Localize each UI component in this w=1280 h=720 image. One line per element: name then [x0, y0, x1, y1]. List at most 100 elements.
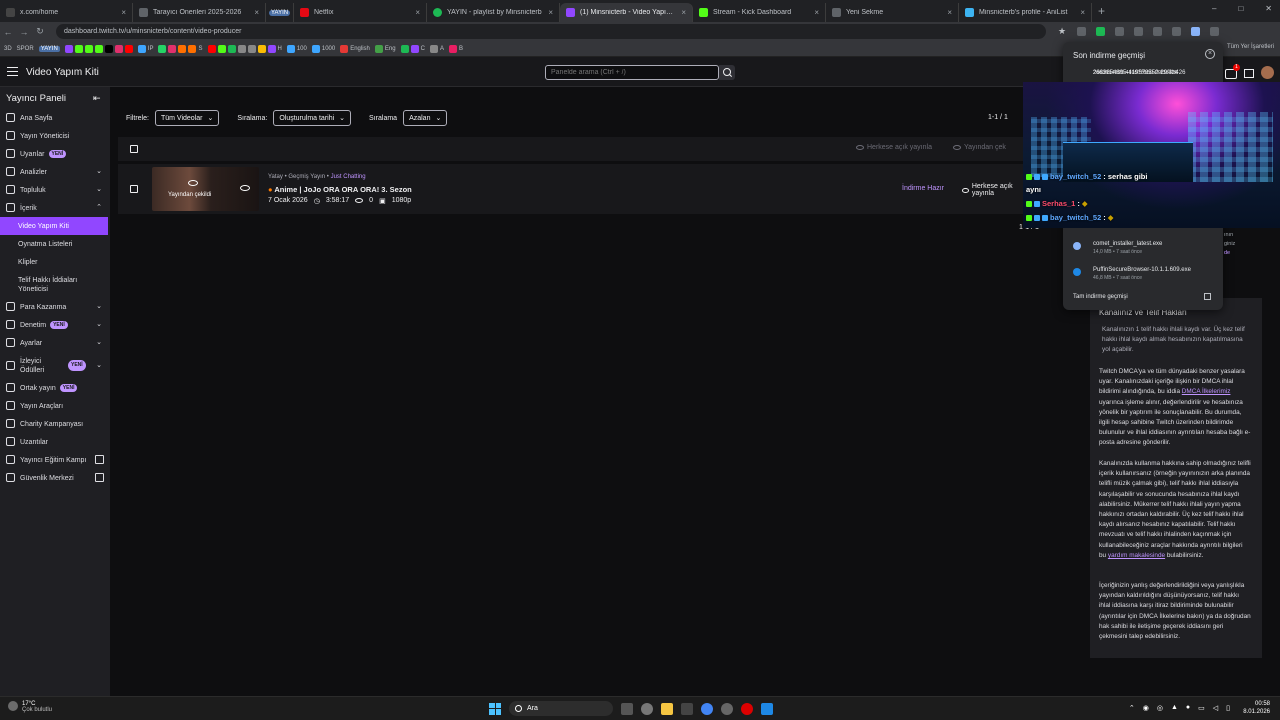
task-view-icon[interactable]	[621, 702, 633, 715]
tray-app-icon[interactable]: ●	[1186, 704, 1190, 712]
tab-spotify[interactable]: YAYIN - playlist by Minsnicterb ×	[427, 3, 560, 22]
filter-dropdown[interactable]: Tüm Videolar ⌄	[154, 110, 220, 126]
sidebar-item-bootcamp[interactable]: Yayıncı Eğitim Kampı	[0, 451, 110, 469]
profile-icon[interactable]	[1210, 27, 1219, 36]
dmca-policy-link[interactable]: DMCA İlkelerimiz	[1182, 388, 1231, 395]
bookmark-item[interactable]	[64, 44, 133, 53]
sort-dropdown[interactable]: Oluşturulma tarihi ⌄	[273, 110, 352, 126]
bookmark-item[interactable]: B	[448, 44, 463, 53]
sidebar-item-stream-tools[interactable]: Yayın Araçları	[0, 397, 110, 415]
sidebar-item-home[interactable]: Ana Sayfa	[0, 109, 110, 127]
download-item[interactable]: PuffinSecureBrowser-10.1.1.609.exe 46,8 …	[1073, 267, 1191, 281]
download-item[interactable]: comet_installer_latest.exe 14,0 MB • 7 s…	[1073, 241, 1162, 255]
sidebar-item-playlists[interactable]: Oynatma Listeleri	[0, 235, 110, 253]
bookmark-item[interactable]: IP	[137, 44, 153, 53]
order-dropdown[interactable]: Azalan ⌄	[403, 110, 448, 126]
forward-icon[interactable]: →	[16, 27, 32, 37]
network-icon[interactable]: ▭	[1198, 704, 1205, 712]
sidebar-item-collab[interactable]: Ortak yayın YENİ	[0, 379, 110, 397]
back-icon[interactable]: ←	[0, 27, 16, 37]
whisper-icon[interactable]	[1244, 69, 1254, 78]
app-icon[interactable]	[761, 702, 773, 715]
file-explorer-icon[interactable]	[661, 702, 673, 715]
close-tab-icon[interactable]: ×	[814, 8, 819, 17]
bookmark-item[interactable]: YAYIN	[38, 45, 60, 52]
sidebar-item-settings[interactable]: Ayarlar ⌄	[0, 334, 110, 352]
sidebar-item-safety[interactable]: Güvenlik Merkezi	[0, 469, 110, 487]
windows-start-icon[interactable]	[489, 702, 501, 715]
extension-icon[interactable]	[1077, 27, 1086, 36]
sidebar-icon[interactable]	[1172, 27, 1181, 36]
maximize-icon[interactable]: □	[1238, 4, 1243, 13]
close-tab-icon[interactable]: ×	[1080, 8, 1085, 17]
hamburger-menu-icon[interactable]	[7, 67, 18, 76]
taskbar-search[interactable]: Ara	[509, 701, 613, 716]
bookmark-item[interactable]: S	[158, 44, 203, 53]
help-article-link[interactable]: yardım makalesinde	[1108, 552, 1165, 559]
tab-group-yayin[interactable]: YAYIN	[266, 3, 294, 22]
video-title[interactable]: ● Anime | JoJo ORA ORA ORA! 3. Sezon	[268, 185, 412, 194]
close-tab-icon[interactable]: ×	[947, 8, 952, 17]
close-tab-icon[interactable]: ×	[681, 8, 686, 17]
avatar[interactable]	[1261, 66, 1274, 79]
video-checkbox[interactable]	[130, 185, 138, 193]
minimize-icon[interactable]: –	[1212, 4, 1216, 13]
download-icon[interactable]	[1191, 27, 1200, 36]
publish-video-button[interactable]: Herkese açık yayınla	[962, 183, 1024, 197]
download-ready-link[interactable]: İndirme Hazır	[902, 185, 944, 192]
select-all-checkbox[interactable]	[130, 145, 138, 153]
bookmark-item[interactable]: A	[429, 44, 444, 53]
chrome-icon[interactable]	[701, 702, 713, 715]
unpublish-button[interactable]: Yayından çek	[953, 144, 1006, 151]
extension-icon[interactable]	[1096, 27, 1105, 36]
taskbar-clock[interactable]: 00:58 8.01.2026	[1243, 700, 1270, 716]
app-icon[interactable]	[681, 702, 693, 715]
extension-icon[interactable]	[1115, 27, 1124, 36]
tray-app-icon[interactable]: ▲	[1171, 704, 1178, 712]
collapse-sidebar-icon[interactable]: ⇤	[93, 93, 101, 104]
extension-icon[interactable]	[1134, 27, 1143, 36]
sidebar-item-charity[interactable]: Charity Kampanyası	[0, 415, 110, 433]
sidebar-item-copyright-claims[interactable]: Telif Hakkı İddiaları Yöneticisi	[0, 271, 88, 298]
bookmark-item[interactable]: English	[340, 44, 370, 53]
sidebar-item-extensions[interactable]: Uzantılar	[0, 433, 110, 451]
close-tab-icon[interactable]: ×	[548, 8, 553, 17]
tab-anilist[interactable]: Minsnicterb's profile - AniList ×	[959, 3, 1092, 22]
external-link-icon[interactable]	[1204, 293, 1211, 300]
sidebar-item-analytics[interactable]: Analizler ⌄	[0, 163, 110, 181]
sidebar-item-moderation[interactable]: Denetim YENİ ⌄	[0, 316, 110, 334]
sidebar-item-alerts[interactable]: Uyarılar YENİ	[0, 145, 110, 163]
sidebar-item-stream-manager[interactable]: Yayın Yöneticisi	[0, 127, 110, 145]
url-input[interactable]: dashboard.twitch.tv/u/minsnicterb/conten…	[56, 24, 1046, 39]
sidebar-item-community[interactable]: Topluluk ⌄	[0, 181, 110, 199]
bookmark-item[interactable]: 3D	[4, 46, 12, 52]
bookmark-item[interactable]: 1000	[311, 44, 335, 53]
bookmark-item[interactable]: SPOR	[17, 46, 34, 52]
close-window-icon[interactable]: ✕	[1265, 4, 1272, 13]
battery-icon[interactable]: ▯	[1226, 704, 1230, 712]
sidebar-item-viewer-rewards[interactable]: İzleyici Ödülleri YENİ ⌄	[0, 352, 110, 379]
chevron-up-icon[interactable]: ⌃	[1129, 704, 1135, 712]
app-icon[interactable]	[721, 702, 733, 715]
video-row[interactable]: Yayından çekildi Yatay • Geçmiş Yayın • …	[118, 164, 1024, 214]
video-thumbnail[interactable]: Yayından çekildi	[152, 167, 259, 211]
tab-netflix[interactable]: Netflix ×	[294, 3, 427, 22]
bookmark-item[interactable]: C	[400, 44, 425, 53]
tray-app-icon[interactable]: ◎	[1157, 704, 1163, 712]
sidebar-item-clips[interactable]: Klipler	[0, 253, 110, 271]
close-tab-icon[interactable]: ×	[415, 8, 420, 17]
sidebar-item-video-producer[interactable]: Video Yapım Kiti	[0, 217, 108, 235]
video-category-link[interactable]: Just Chatting	[331, 174, 366, 180]
tab-x[interactable]: x.com/home ×	[0, 3, 133, 22]
bookmark-star-icon[interactable]: ★	[1058, 27, 1067, 36]
settings-icon[interactable]	[641, 702, 653, 715]
publish-all-button[interactable]: Herkese açık yayınla	[856, 144, 932, 151]
close-tab-icon[interactable]: ×	[121, 8, 126, 17]
search-button[interactable]	[719, 65, 735, 80]
tab-kick[interactable]: Stream - Kick Dashboard ×	[693, 3, 826, 22]
tray-app-icon[interactable]: ◉	[1143, 704, 1149, 712]
bookmark-item[interactable]: 100	[286, 44, 307, 53]
opera-icon[interactable]	[741, 702, 753, 715]
tab-new[interactable]: Yeni Sekme ×	[826, 3, 959, 22]
new-tab-button[interactable]: +	[1098, 4, 1105, 18]
